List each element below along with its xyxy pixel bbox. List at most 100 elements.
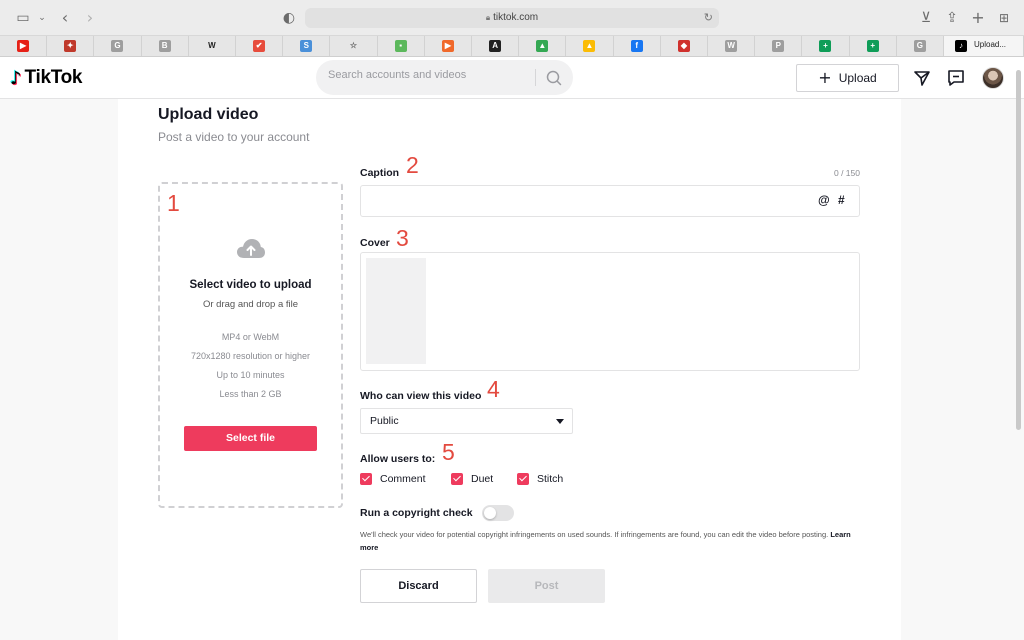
download-icon[interactable]: ⊻ bbox=[917, 9, 935, 27]
bookmark-tab[interactable]: + bbox=[850, 36, 897, 56]
bookmark-tab[interactable]: A bbox=[472, 36, 520, 56]
google-drive-icon: ▲ bbox=[536, 40, 549, 52]
bookmark-tab[interactable]: ▪ bbox=[378, 36, 425, 56]
google-sheets-icon-2: + bbox=[866, 40, 879, 52]
letter-g-icon-2: G bbox=[913, 40, 926, 52]
bookmark-tab[interactable]: ▶ bbox=[425, 36, 472, 56]
bookmark-tab[interactable]: W bbox=[189, 36, 236, 56]
tiktok-note-icon: ♪ bbox=[10, 67, 22, 89]
reload-icon[interactable]: ↻ bbox=[704, 8, 713, 28]
bookmark-tab[interactable]: ◆ bbox=[661, 36, 708, 56]
app-icon-red: ✦ bbox=[64, 40, 77, 52]
bookmark-tab[interactable]: + bbox=[802, 36, 850, 56]
bookmark-tab[interactable]: ✔ bbox=[236, 36, 284, 56]
cover-selector[interactable] bbox=[360, 252, 860, 371]
spec-duration: Up to 10 minutes bbox=[216, 370, 285, 380]
back-icon[interactable]: ‹ bbox=[56, 9, 74, 27]
comment-checkbox[interactable] bbox=[360, 473, 372, 485]
sidebar-toggle-icon[interactable]: ▭ bbox=[14, 9, 32, 27]
post-button[interactable]: Post bbox=[488, 569, 605, 603]
copyright-note-text: We'll check your video for potential cop… bbox=[360, 530, 829, 539]
bookmark-tab[interactable]: W bbox=[708, 36, 756, 56]
mention-button[interactable]: @ bbox=[818, 193, 830, 207]
select-file-button[interactable]: Select file bbox=[184, 426, 317, 451]
privacy-dropdown[interactable]: Public bbox=[360, 408, 573, 434]
google-drive-icon-2: ▲ bbox=[583, 40, 596, 52]
dropzone-subtitle: Or drag and drop a file bbox=[202, 299, 299, 310]
page-title: Upload video bbox=[158, 106, 259, 123]
bookmark-tab[interactable]: S bbox=[283, 36, 331, 56]
allow-users-label: Allow users to: bbox=[360, 453, 436, 465]
active-tab-label: Upload... bbox=[974, 40, 1007, 49]
copyright-toggle[interactable] bbox=[482, 505, 514, 521]
star-icon: ☆ bbox=[347, 40, 360, 52]
annotation-2: 2 bbox=[406, 152, 419, 178]
chevron-down-icon[interactable]: ⌄ bbox=[33, 9, 51, 27]
spec-format: MP4 or WebM bbox=[221, 332, 280, 342]
orange-play-icon: ▶ bbox=[441, 40, 454, 52]
search-input[interactable] bbox=[328, 69, 528, 81]
video-dropzone[interactable] bbox=[158, 182, 343, 508]
forward-icon[interactable]: › bbox=[81, 9, 99, 27]
stitch-label: Stitch bbox=[537, 473, 564, 485]
caption-label: Caption bbox=[360, 167, 400, 179]
red-app-icon: ◆ bbox=[677, 40, 690, 52]
checkmark-icon: ✔ bbox=[253, 40, 266, 52]
bookmark-tab[interactable]: G bbox=[897, 36, 944, 56]
cloud-upload-icon bbox=[237, 239, 265, 258]
site-header: ♪ TikTok + Upload bbox=[0, 57, 1024, 99]
search-icon bbox=[546, 70, 562, 86]
duet-checkbox[interactable] bbox=[451, 473, 463, 485]
bookmark-tab[interactable]: ▲ bbox=[566, 36, 614, 56]
plus-icon: + bbox=[818, 68, 832, 87]
stitch-checkbox[interactable] bbox=[517, 473, 529, 485]
bookmark-tab[interactable]: ▶ bbox=[0, 36, 48, 56]
bookmark-tab[interactable]: ☆ bbox=[330, 36, 378, 56]
inbox-icon[interactable] bbox=[946, 68, 966, 88]
messages-icon[interactable] bbox=[912, 68, 932, 88]
duet-label: Duet bbox=[471, 473, 494, 485]
bookmark-tab[interactable]: ▲ bbox=[519, 36, 567, 56]
bookmark-tab[interactable]: ✦ bbox=[47, 36, 95, 56]
comment-label: Comment bbox=[380, 473, 426, 485]
search-button[interactable] bbox=[540, 65, 568, 90]
lock-icon: 🔒︎ bbox=[485, 13, 491, 22]
tab-overview-icon[interactable]: ⊞ bbox=[995, 9, 1013, 27]
hashtag-button[interactable]: # bbox=[838, 193, 845, 207]
letter-p-icon: P bbox=[772, 40, 785, 52]
address-bar[interactable]: 🔒︎ tiktok.com ↻ bbox=[305, 8, 719, 28]
search-divider bbox=[535, 69, 536, 86]
active-tab[interactable]: ♪ Upload... bbox=[944, 36, 1024, 56]
green-app-icon: ▪ bbox=[394, 40, 407, 52]
copyright-note: We'll check your video for potential cop… bbox=[360, 528, 865, 554]
privacy-value: Public bbox=[370, 415, 399, 427]
page-subtitle: Post a video to your account bbox=[158, 130, 310, 144]
bookmark-tab[interactable]: P bbox=[755, 36, 803, 56]
caption-counter: 0 / 150 bbox=[834, 168, 860, 178]
adobe-icon: A bbox=[489, 40, 502, 52]
google-sheets-icon: + bbox=[819, 40, 832, 52]
bookmark-tab[interactable]: f bbox=[614, 36, 661, 56]
youtube-icon: ▶ bbox=[17, 40, 30, 52]
annotation-3: 3 bbox=[396, 225, 409, 251]
caret-down-icon bbox=[556, 419, 564, 424]
privacy-shield-icon[interactable]: ◐ bbox=[280, 9, 298, 27]
spec-resolution: 720x1280 resolution or higher bbox=[190, 351, 311, 361]
new-tab-icon[interactable]: + bbox=[969, 9, 987, 27]
tiktok-logo[interactable]: ♪ TikTok bbox=[10, 67, 82, 89]
facebook-icon: f bbox=[630, 40, 643, 52]
discard-button[interactable]: Discard bbox=[360, 569, 477, 603]
bookmark-tab[interactable]: G bbox=[94, 36, 142, 56]
page-scrollbar[interactable] bbox=[1016, 70, 1021, 430]
upload-label: Upload bbox=[838, 71, 877, 85]
header-upload-button[interactable]: + Upload bbox=[796, 64, 899, 92]
cover-label: Cover bbox=[360, 237, 390, 249]
bookmark-tab[interactable]: B bbox=[142, 36, 189, 56]
caption-input[interactable] bbox=[360, 185, 860, 217]
share-icon[interactable]: ⇪ bbox=[943, 9, 961, 27]
tiktok-favicon-icon: ♪ bbox=[955, 40, 967, 52]
cover-thumbnail[interactable] bbox=[366, 258, 426, 364]
avatar[interactable] bbox=[982, 67, 1004, 89]
wikipedia-icon: W bbox=[205, 40, 218, 52]
copyright-label: Run a copyright check bbox=[360, 507, 473, 519]
